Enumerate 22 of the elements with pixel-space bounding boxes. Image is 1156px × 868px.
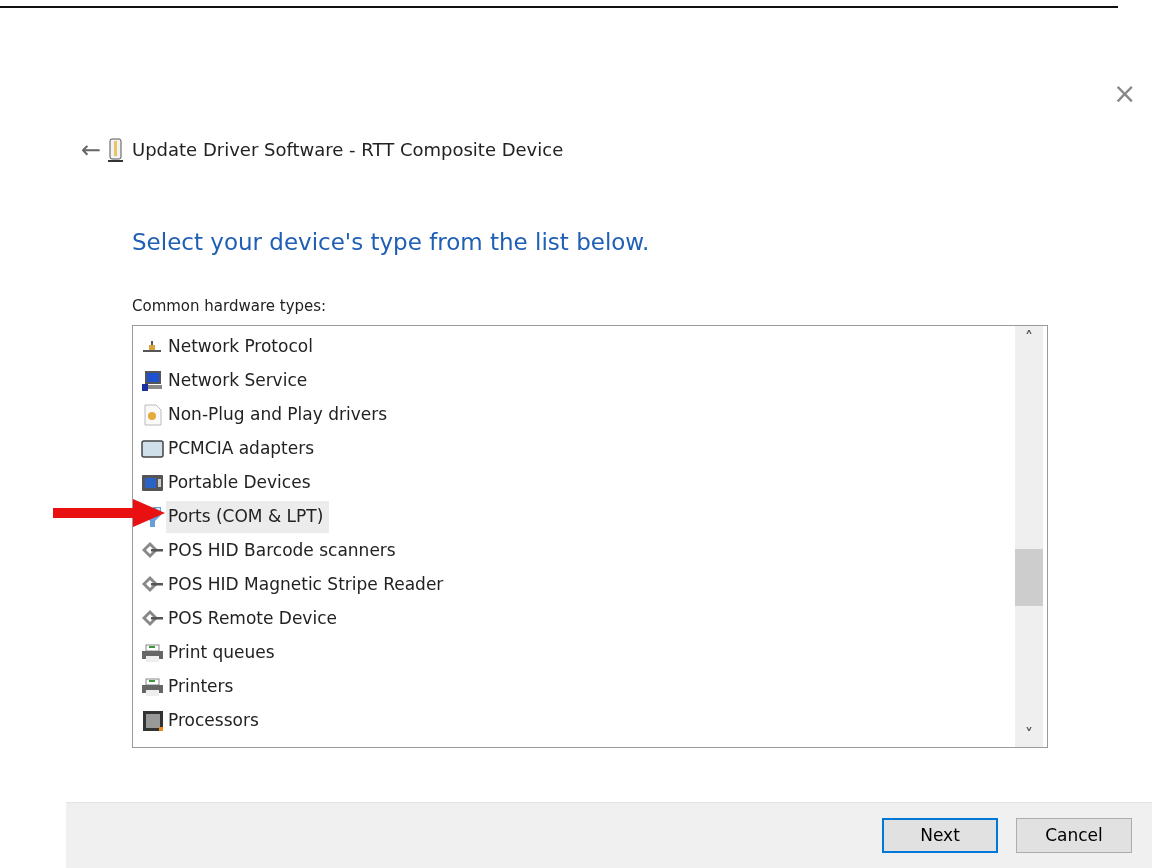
list-item[interactable]: Network Protocol — [166, 331, 319, 363]
cancel-button[interactable]: Cancel — [1016, 818, 1132, 853]
window-title: Update Driver Software - RTT Composite Device — [132, 138, 564, 162]
list-label: Common hardware types: — [132, 295, 328, 317]
scroll-down-button[interactable]: ˅ — [1015, 723, 1043, 748]
scrollbar[interactable]: ˄ ˅ — [1015, 326, 1043, 748]
list-item[interactable]: PCMCIA adapters — [166, 433, 321, 465]
list-item[interactable]: Print queues — [166, 637, 281, 669]
list-item[interactable]: POS Remote Device — [166, 603, 343, 635]
list-item[interactable]: Portable Devices — [166, 467, 317, 499]
next-button[interactable]: Next — [882, 818, 998, 853]
list-item[interactable]: Printers — [166, 671, 240, 703]
scroll-up-button[interactable]: ˄ — [1015, 326, 1043, 351]
back-button[interactable]: ← — [76, 137, 106, 162]
list-item[interactable]: POS HID Barcode scanners — [166, 535, 402, 567]
close-button[interactable]: × — [1113, 80, 1137, 108]
list-item[interactable]: Non-Plug and Play drivers — [166, 399, 394, 431]
instruction-heading: Select your device's type from the list below. — [132, 229, 651, 257]
list-item[interactable]: POS HID Magnetic Stripe Reader — [166, 569, 450, 601]
list-item[interactable]: Ports (COM & LPT) — [166, 501, 330, 533]
list-item[interactable]: Network Service — [166, 365, 314, 397]
list-item[interactable]: Processors — [166, 705, 265, 737]
